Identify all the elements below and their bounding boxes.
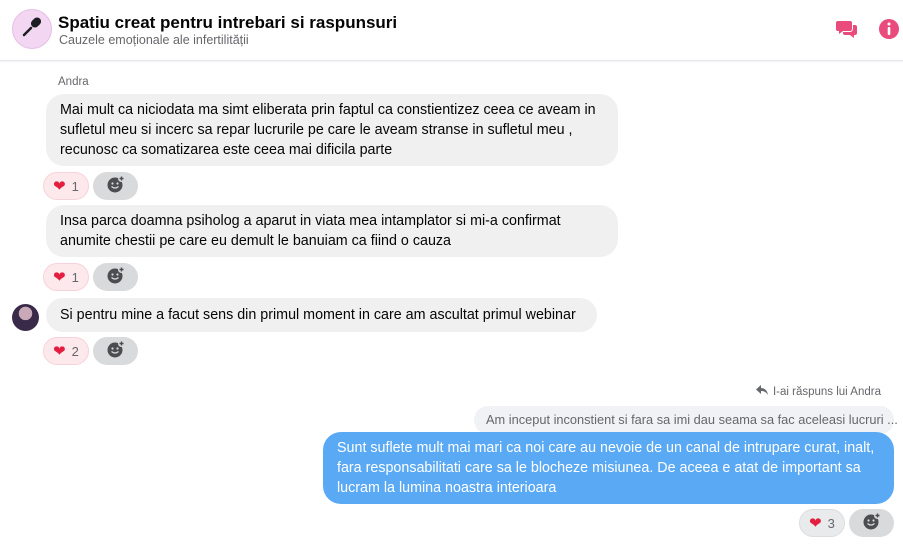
my-message-bubble[interactable]: Sunt suflete mult mai mari ca noi care a…: [323, 432, 894, 504]
add-reaction-button[interactable]: [849, 509, 894, 537]
info-icon[interactable]: [877, 17, 901, 41]
add-reaction-icon: [862, 511, 882, 536]
conversation-subtitle: Cauzele emoționale ale infertilității: [59, 33, 249, 47]
add-reaction-button[interactable]: [93, 172, 138, 200]
heart-icon: ❤: [53, 342, 66, 360]
heart-icon: ❤: [809, 514, 822, 532]
reaction-count: 1: [71, 178, 79, 194]
add-reaction-button[interactable]: [93, 337, 138, 365]
add-reaction-icon: [106, 339, 126, 364]
reaction-count: 2: [71, 343, 79, 359]
reply-arrow-icon: [755, 385, 768, 399]
quoted-message[interactable]: Am inceput inconstient si fara sa imi da…: [474, 406, 898, 434]
message-line: Insa parca doamna psiholog a aparut in v…: [60, 213, 561, 229]
message-line: recunosc ca somatizarea este ceea mai di…: [60, 142, 393, 158]
chat-bubbles-icon[interactable]: [835, 17, 859, 41]
reaction-count: 3: [827, 515, 835, 531]
message-line: anumite chestii pe care eu demult le ban…: [60, 233, 452, 249]
reaction-pill[interactable]: ❤ 1: [43, 172, 89, 200]
message-bubble[interactable]: Mai mult ca niciodata ma simt eliberata …: [46, 94, 618, 166]
message-line: lucram la lumina noastra interioara: [337, 480, 557, 496]
replied-to-label: I-ai răspuns lui Andra: [772, 386, 881, 398]
message-line: Sunt suflete mult mai mari ca noi care a…: [337, 440, 875, 456]
sender-avatar[interactable]: [12, 304, 39, 331]
heart-icon: ❤: [53, 268, 66, 286]
microphone-icon: [20, 15, 44, 44]
message-line: fara responsabilitati care sa le blochez…: [337, 460, 861, 476]
group-avatar[interactable]: [12, 9, 52, 49]
message-line: Mai mult ca niciodata ma simt eliberata …: [60, 102, 596, 118]
message-line: sufletul meu si incerc sa repar lucruril…: [60, 122, 573, 138]
message-bubble[interactable]: Insa parca doamna psiholog a aparut in v…: [46, 205, 618, 257]
reply-context: I-ai răspuns lui Andra: [755, 385, 881, 399]
add-reaction-button[interactable]: [93, 263, 138, 291]
add-reaction-icon: [106, 265, 126, 290]
message-bubble[interactable]: Si pentru mine a facut sens din primul m…: [46, 298, 597, 332]
reaction-count: 1: [71, 269, 79, 285]
message-line: Si pentru mine a facut sens din primul m…: [60, 307, 576, 323]
heart-icon: ❤: [53, 177, 66, 195]
conversation-header: Spatiu creat pentru intrebari si raspuns…: [0, 0, 903, 61]
reaction-pill[interactable]: ❤ 3: [799, 509, 845, 537]
add-reaction-icon: [106, 174, 126, 199]
sender-name: Andra: [58, 76, 89, 88]
reaction-pill[interactable]: ❤ 2: [43, 337, 89, 365]
conversation-title: Spatiu creat pentru intrebari si raspuns…: [58, 13, 398, 32]
reaction-pill[interactable]: ❤ 1: [43, 263, 89, 291]
